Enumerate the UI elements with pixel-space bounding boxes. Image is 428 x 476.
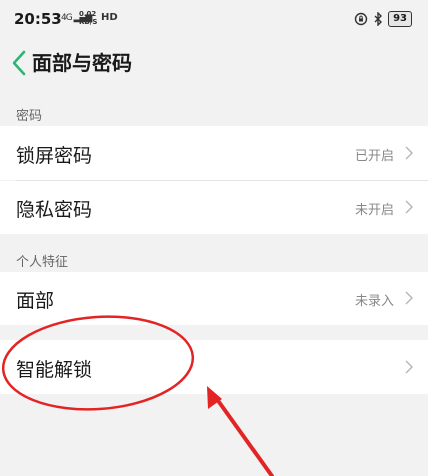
chevron-right-icon	[405, 146, 413, 160]
lock-rotation-icon	[354, 12, 368, 26]
row-label: 锁屏密码	[16, 145, 93, 167]
signal-label: 4G	[61, 13, 73, 23]
header: 面部与密码	[0, 38, 428, 88]
annotation-arrow-line	[212, 393, 274, 476]
status-bar: 20:53 4G ▂▄▆ 0.02 KB/S HD 93	[0, 0, 428, 38]
page-title: 面部与密码	[32, 51, 132, 75]
bluetooth-icon	[374, 12, 383, 26]
row-status: 未开启	[354, 203, 394, 218]
row-status: 未录入	[354, 294, 394, 309]
row-label: 隐私密码	[16, 199, 93, 221]
hd-icon: HD	[101, 12, 118, 23]
row-label: 智能解锁	[16, 359, 93, 381]
chevron-right-icon	[405, 360, 413, 374]
battery-icon: 93	[388, 11, 412, 27]
row-status: 已开启	[354, 149, 394, 164]
status-time: 20:53	[14, 10, 62, 28]
status-right-icons: 93	[354, 11, 412, 27]
speed-value: 0.02	[79, 10, 97, 18]
back-arrow-icon[interactable]	[10, 48, 28, 78]
row-lock-screen-password[interactable]: 锁屏密码 已开启	[0, 126, 428, 180]
speed-unit: KB/S	[79, 18, 98, 26]
network-speed: 0.02 KB/S	[79, 10, 97, 26]
row-label: 面部	[16, 290, 55, 312]
chevron-right-icon	[405, 200, 413, 214]
section-label-personal: 个人特征	[16, 255, 69, 270]
row-face[interactable]: 面部 未录入	[0, 272, 428, 325]
row-privacy-password[interactable]: 隐私密码 未开启	[0, 181, 428, 234]
section-label-password: 密码	[16, 109, 43, 124]
chevron-right-icon	[405, 291, 413, 305]
row-smart-unlock[interactable]: 智能解锁	[0, 340, 428, 394]
